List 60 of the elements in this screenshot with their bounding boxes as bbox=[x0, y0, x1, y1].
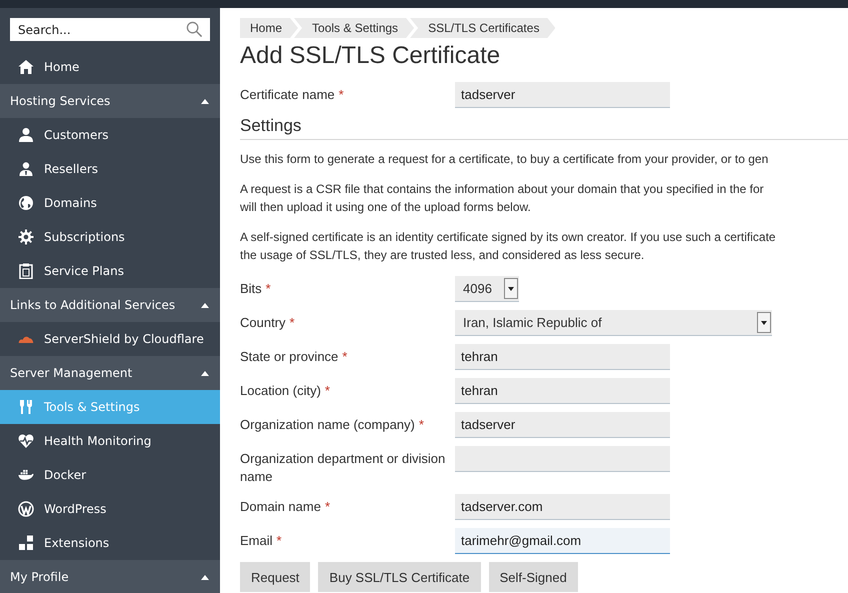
field-label: Certificate name * bbox=[240, 86, 345, 104]
nav-item[interactable]: Health Monitoring bbox=[0, 424, 220, 458]
breadcrumb-link[interactable]: SSL/TLS Certificates bbox=[410, 18, 556, 38]
caret-icon bbox=[761, 320, 767, 324]
dropdown[interactable]: Iran, Islamic Republic of bbox=[455, 310, 772, 336]
person-icon bbox=[18, 161, 34, 177]
field-label: Organization name (company) * bbox=[240, 416, 425, 434]
nav-item[interactable]: Resellers bbox=[0, 152, 220, 186]
nav-item[interactable]: Subscriptions bbox=[0, 220, 220, 254]
section-header[interactable]: My Profile bbox=[0, 560, 220, 593]
globe-icon bbox=[18, 195, 34, 211]
nav-item[interactable]: ServerShield by Cloudflare bbox=[0, 322, 220, 356]
nav-item[interactable]: Domains bbox=[0, 186, 220, 220]
wordpress-icon bbox=[18, 501, 34, 517]
whale-icon bbox=[18, 469, 34, 481]
description-text: A request is a CSR file that contains the information about your domain that you specified in the for will then upload it using one of the upload forms below. bbox=[240, 181, 765, 216]
field-label: Domain name * bbox=[240, 498, 331, 516]
form-button[interactable]: Buy SSL/TLS Certificate bbox=[318, 562, 481, 592]
input-field[interactable] bbox=[455, 446, 670, 472]
description-text: Use this form to generate a request for a certificate, to buy a certificate from your provider, or to gen bbox=[240, 151, 770, 168]
nav-item[interactable]: Customers bbox=[0, 118, 220, 152]
field-label: Email * bbox=[240, 532, 283, 550]
input-field[interactable]: tarimehr@gmail.com bbox=[455, 528, 670, 554]
section-heading: Settings bbox=[240, 116, 848, 140]
input-field[interactable]: tadserver.com bbox=[455, 494, 670, 520]
field-label: Country * bbox=[240, 314, 296, 332]
field-label: Bits * bbox=[240, 280, 272, 298]
field-label: State or province * bbox=[240, 348, 348, 366]
search-icon bbox=[186, 21, 203, 38]
nav-item[interactable]: Docker bbox=[0, 458, 220, 492]
clipboard-icon bbox=[18, 263, 34, 279]
field-label: Location (city) * bbox=[240, 382, 331, 400]
search-field[interactable]: Search... bbox=[10, 18, 210, 41]
form-button[interactable]: Self-Signed bbox=[488, 562, 578, 592]
input-field[interactable]: tehran bbox=[455, 378, 670, 404]
input-field[interactable]: tadserver bbox=[455, 412, 670, 438]
gear-icon bbox=[18, 229, 34, 245]
blocks-icon bbox=[18, 535, 34, 551]
form-button[interactable]: Request bbox=[240, 562, 310, 592]
tools-icon bbox=[18, 399, 34, 415]
description-text: A self-signed certificate is an identity certificate signed by its own creator. If you use such a certificate the usage of SSL/TLS, they are trusted less, and considered as less secure. bbox=[240, 229, 777, 264]
heart-icon bbox=[18, 433, 34, 449]
section-header[interactable]: Links to Additional Services bbox=[0, 288, 220, 322]
input-field[interactable]: tehran bbox=[455, 344, 670, 370]
nav-item[interactable]: WordPress bbox=[0, 492, 220, 526]
field-label: Organization department or division name bbox=[240, 450, 446, 486]
dropdown[interactable]: 4096 bbox=[455, 276, 519, 302]
breadcrumb-link[interactable]: Tools & Settings bbox=[294, 18, 414, 38]
cloud-icon bbox=[18, 334, 34, 344]
person-icon bbox=[18, 127, 34, 143]
caret-icon bbox=[508, 286, 514, 290]
nav-item[interactable]: Service Plans bbox=[0, 254, 220, 288]
house-icon bbox=[18, 59, 34, 75]
nav-item[interactable]: Extensions bbox=[0, 526, 220, 560]
page-title: Add SSL/TLS Certificate bbox=[240, 42, 502, 70]
section-header[interactable]: Server Management bbox=[0, 356, 220, 390]
section-header[interactable]: Hosting Services bbox=[0, 84, 220, 118]
input-field[interactable]: tadserver bbox=[455, 82, 670, 108]
breadcrumb-link[interactable]: Home bbox=[240, 18, 298, 38]
nav-item[interactable]: Home bbox=[0, 50, 220, 84]
